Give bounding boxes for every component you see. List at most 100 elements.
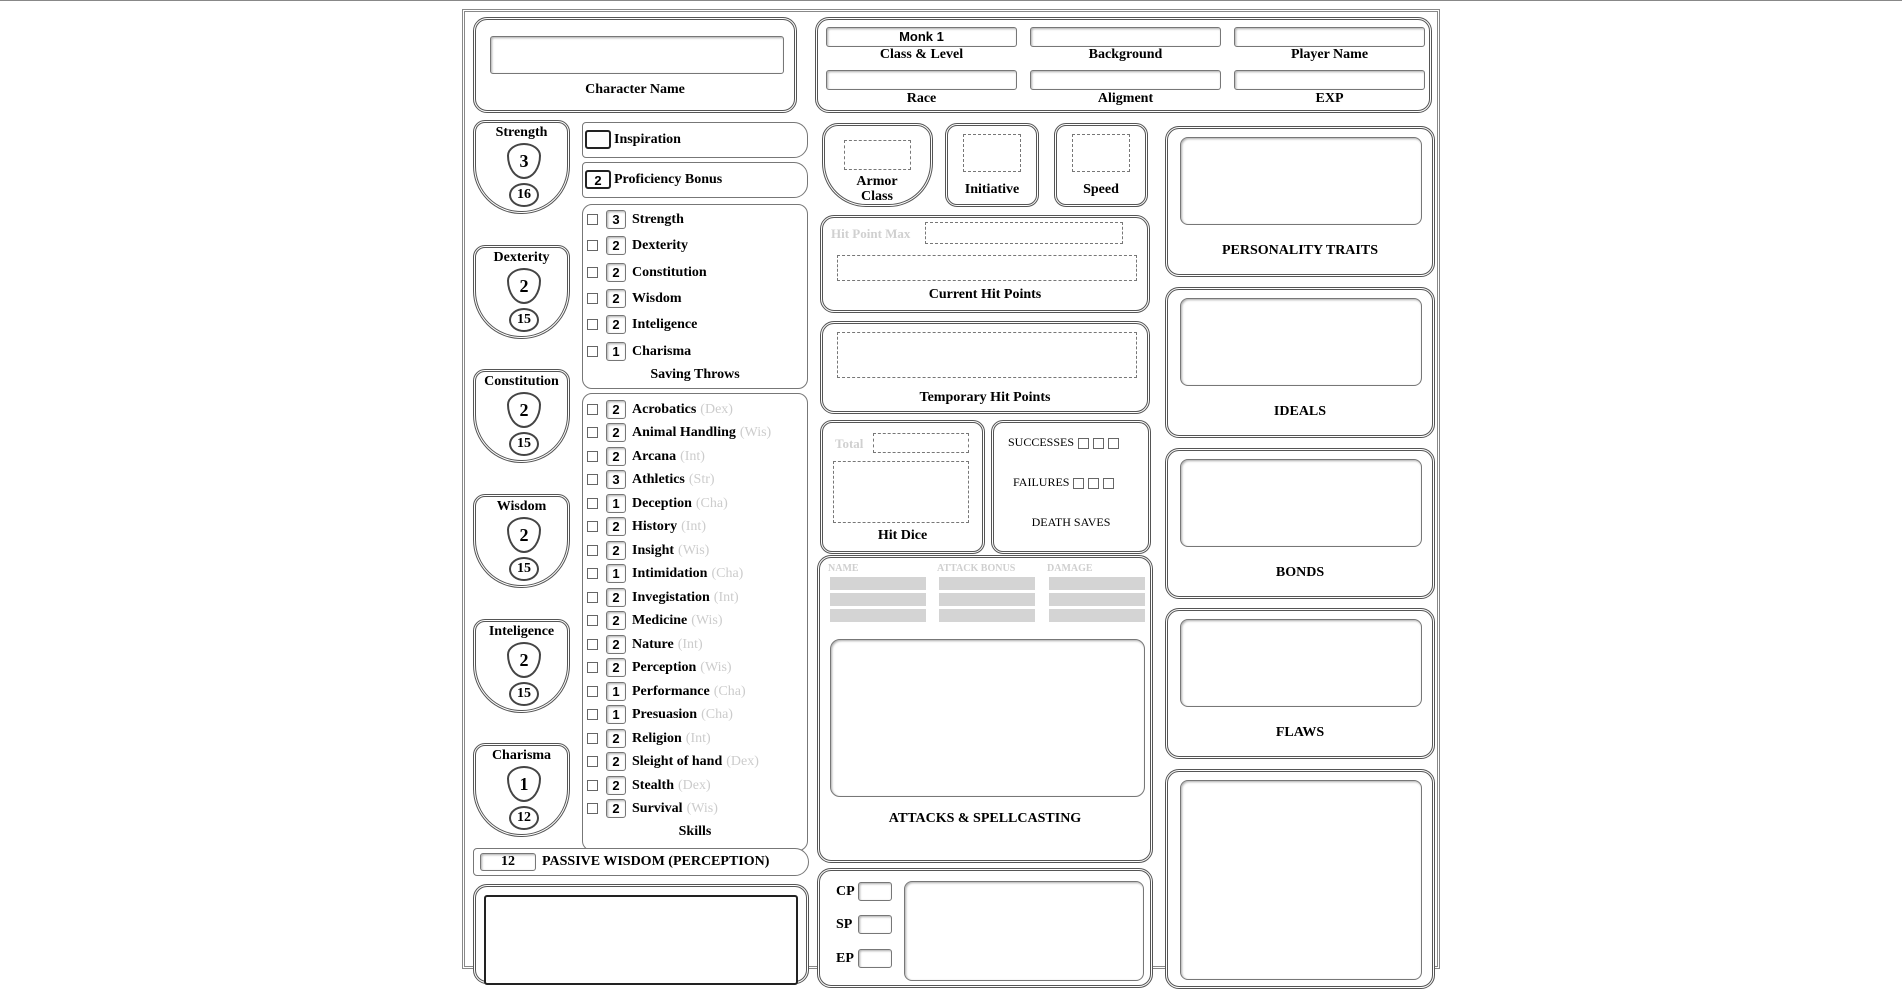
proficiency-checkbox[interactable] — [587, 404, 598, 415]
proficiency-checkbox[interactable] — [587, 686, 598, 697]
ability-score[interactable]: 15 — [509, 432, 539, 456]
proficiency-checkbox[interactable] — [587, 346, 598, 357]
skill-value[interactable]: 1 — [606, 494, 626, 513]
proficiency-checkbox[interactable] — [587, 709, 598, 720]
ability-score[interactable]: 16 — [509, 183, 539, 207]
proficiency-checkbox[interactable] — [587, 267, 598, 278]
skill-value[interactable]: 3 — [606, 470, 626, 489]
attack-bonus-field[interactable] — [939, 593, 1035, 606]
saving-throw-value[interactable]: 2 — [606, 236, 626, 255]
initiative-input[interactable] — [963, 134, 1021, 172]
ability-modifier[interactable]: 2 — [507, 642, 541, 678]
failure-checkbox[interactable] — [1088, 477, 1100, 489]
flaws-input[interactable] — [1180, 619, 1422, 707]
proficiency-checkbox[interactable] — [587, 733, 598, 744]
ability-score[interactable]: 12 — [509, 806, 539, 830]
attack-bonus-field[interactable] — [939, 609, 1035, 622]
success-checkbox[interactable] — [1108, 437, 1120, 449]
saving-throw-value[interactable]: 2 — [606, 289, 626, 308]
success-checkbox[interactable] — [1093, 437, 1105, 449]
proficiency-checkbox[interactable] — [587, 592, 598, 603]
character-name-input[interactable] — [490, 36, 784, 74]
attack-damage-field[interactable] — [1049, 577, 1145, 590]
current-hp-input[interactable] — [837, 255, 1137, 281]
temporary-hp-input[interactable] — [837, 332, 1137, 378]
proficiency-input[interactable]: 2 — [585, 170, 611, 189]
proficiency-checkbox[interactable] — [587, 498, 598, 509]
proficiency-checkbox[interactable] — [587, 615, 598, 626]
coin-input[interactable] — [858, 915, 892, 934]
saving-throw-value[interactable]: 2 — [606, 263, 626, 282]
proficiency-checkbox[interactable] — [587, 319, 598, 330]
skill-value[interactable]: 2 — [606, 517, 626, 536]
ability-score[interactable]: 15 — [509, 682, 539, 706]
ability-modifier[interactable]: 2 — [507, 392, 541, 428]
personality-traits-input[interactable] — [1180, 137, 1422, 225]
proficiency-checkbox[interactable] — [587, 639, 598, 650]
skill-value[interactable]: 2 — [606, 635, 626, 654]
equipment-input[interactable] — [904, 881, 1144, 981]
proficiency-checkbox[interactable] — [587, 451, 598, 462]
class-level-input[interactable]: Monk 1 — [826, 27, 1017, 47]
skill-value[interactable]: 1 — [606, 705, 626, 724]
proficiency-checkbox[interactable] — [587, 545, 598, 556]
hit-dice-total-input[interactable] — [873, 433, 969, 453]
skill-value[interactable]: 1 — [606, 682, 626, 701]
proficiency-checkbox[interactable] — [587, 240, 598, 251]
player-name-input[interactable] — [1234, 27, 1425, 47]
exp-input[interactable] — [1234, 70, 1425, 90]
hp-max-input[interactable] — [925, 222, 1123, 244]
coin-input[interactable] — [858, 882, 892, 901]
saving-throw-value[interactable]: 3 — [606, 210, 626, 229]
skill-value[interactable]: 2 — [606, 611, 626, 630]
success-checkbox[interactable] — [1078, 437, 1090, 449]
proficiency-checkbox[interactable] — [587, 756, 598, 767]
skill-value[interactable]: 2 — [606, 541, 626, 560]
skill-value[interactable]: 2 — [606, 400, 626, 419]
race-input[interactable] — [826, 70, 1017, 90]
attack-name-field[interactable] — [830, 577, 926, 590]
skill-value[interactable]: 2 — [606, 423, 626, 442]
skill-value[interactable]: 2 — [606, 447, 626, 466]
attack-damage-field[interactable] — [1049, 593, 1145, 606]
proficiency-checkbox[interactable] — [587, 214, 598, 225]
proficiency-checkbox[interactable] — [587, 521, 598, 532]
attack-name-field[interactable] — [830, 593, 926, 606]
speed-input[interactable] — [1072, 134, 1130, 172]
proficiency-checkbox[interactable] — [587, 568, 598, 579]
skill-value[interactable]: 2 — [606, 658, 626, 677]
ability-score[interactable]: 15 — [509, 308, 539, 332]
ideals-input[interactable] — [1180, 298, 1422, 386]
failure-checkbox[interactable] — [1103, 477, 1115, 489]
proficiency-checkbox[interactable] — [587, 780, 598, 791]
attack-bonus-field[interactable] — [939, 577, 1035, 590]
failure-checkbox[interactable] — [1073, 477, 1085, 489]
hit-dice-input[interactable] — [833, 461, 969, 523]
bonds-input[interactable] — [1180, 459, 1422, 547]
proficiency-checkbox[interactable] — [587, 803, 598, 814]
skill-value[interactable]: 1 — [606, 564, 626, 583]
skill-value[interactable]: 2 — [606, 799, 626, 818]
proficiency-checkbox[interactable] — [587, 427, 598, 438]
passive-wisdom-input[interactable]: 12 — [480, 853, 536, 871]
attacks-notes-input[interactable] — [830, 639, 1145, 797]
coin-input[interactable] — [858, 949, 892, 968]
saving-throw-value[interactable]: 2 — [606, 315, 626, 334]
armor-class-input[interactable] — [844, 140, 911, 170]
proficiency-checkbox[interactable] — [587, 293, 598, 304]
skill-value[interactable]: 2 — [606, 588, 626, 607]
alignment-input[interactable] — [1030, 70, 1221, 90]
proficiencies-languages-input[interactable] — [484, 895, 798, 985]
ability-modifier[interactable]: 3 — [507, 143, 541, 179]
proficiency-checkbox[interactable] — [587, 474, 598, 485]
attack-damage-field[interactable] — [1049, 609, 1145, 622]
attack-name-field[interactable] — [830, 609, 926, 622]
skill-value[interactable]: 2 — [606, 776, 626, 795]
inspiration-input[interactable] — [585, 130, 611, 149]
ability-modifier[interactable]: 1 — [507, 766, 541, 802]
skill-value[interactable]: 2 — [606, 729, 626, 748]
saving-throw-value[interactable]: 1 — [606, 342, 626, 361]
ability-modifier[interactable]: 2 — [507, 268, 541, 304]
features-traits-input[interactable] — [1180, 780, 1422, 980]
background-input[interactable] — [1030, 27, 1221, 47]
